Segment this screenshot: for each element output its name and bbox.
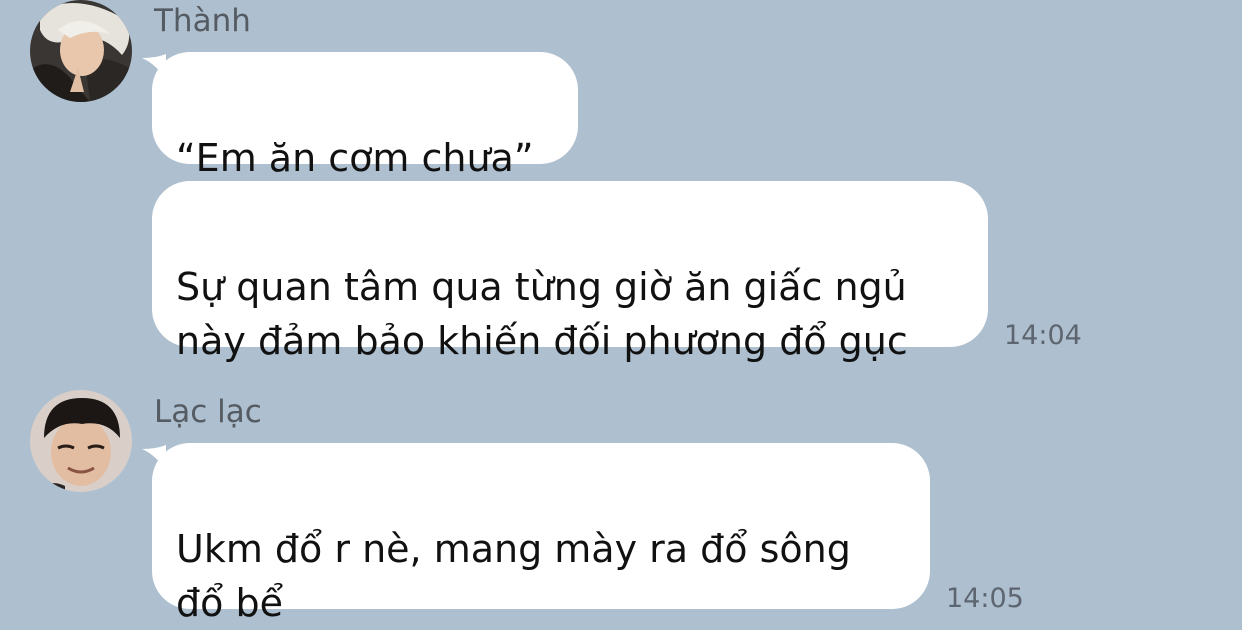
message-timestamp: 14:05 <box>946 583 1024 614</box>
message-bubble[interactable]: Ukm đổ r nè, mang mày ra đổ sông đổ bể <box>152 443 930 625</box>
avatar-thanh[interactable] <box>30 0 132 102</box>
chat-view: Thành “Em ăn cơm chưa” Sự quan tâm qua t… <box>0 0 1242 625</box>
message-bubble[interactable]: Sự quan tâm qua từng giờ ăn giấc ngủ này… <box>152 181 988 363</box>
message-text: Sự quan tâm qua từng giờ ăn giấc ngủ này… <box>176 265 908 363</box>
message-bubble[interactable]: “Em ăn cơm chưa” <box>152 52 578 180</box>
message-text: “Em ăn cơm chưa” <box>176 136 534 180</box>
sender-name: Thành <box>154 3 251 39</box>
avatar-lac[interactable] <box>30 390 132 492</box>
sender-name: Lạc lạc <box>154 394 262 430</box>
message-timestamp: 14:04 <box>1004 320 1082 351</box>
message-text: Ukm đổ r nè, mang mày ra đổ sông đổ bể <box>176 527 851 625</box>
